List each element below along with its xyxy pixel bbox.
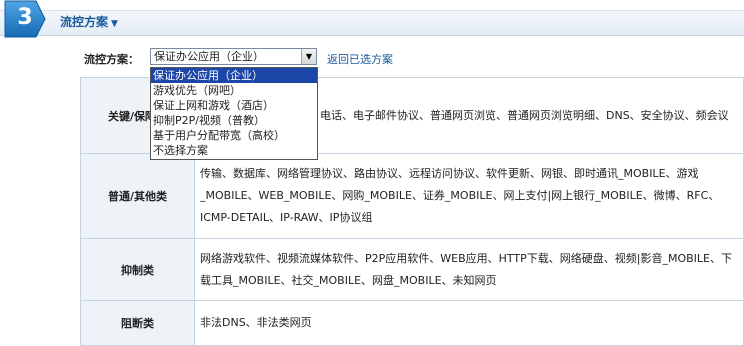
table-row: 抑制类 网络游戏软件、视频流媒体软件、P2P应用软件、WEB应用、HTTP下载、… [80, 238, 744, 301]
category-cell: 阻断类 [80, 300, 195, 346]
plan-dropdown-list[interactable]: 保证办公应用（企业） 游戏优先（网吧） 保证上网和游戏（酒店） 抑制P2P/视频… [150, 67, 318, 160]
plan-option[interactable]: 保证上网和游戏（酒店） [151, 98, 317, 113]
category-cell: 抑制类 [80, 238, 195, 301]
plan-option[interactable]: 抑制P2P/视频（普教） [151, 113, 317, 128]
plan-label: 流控方案： [84, 53, 139, 66]
back-to-selected-plan-link[interactable]: 返回已选方案 [327, 51, 393, 67]
section-title-text: 流控方案 [60, 15, 109, 29]
content-cell: 网络游戏软件、视频流媒体软件、P2P应用软件、WEB应用、HTTP下载、网络硬盘… [194, 238, 744, 301]
plan-option[interactable]: 游戏优先（网吧） [151, 83, 317, 98]
plan-option[interactable]: 保证办公应用（企业） [151, 68, 317, 83]
table-row: 普通/其他类 传输、数据库、网络管理协议、路由协议、远程访问协议、软件更新、网银… [80, 153, 744, 239]
section-title[interactable]: 流控方案 ▼ [60, 13, 118, 33]
plan-select[interactable]: 保证办公应用（企业） ▼ [150, 48, 317, 65]
plan-option[interactable]: 基于用户分配带宽（高校） [151, 128, 317, 143]
caret-down-icon: ▼ [111, 19, 118, 29]
content-cell: 传输、数据库、网络管理协议、路由协议、远程访问协议、软件更新、网银、即时通讯_M… [194, 153, 744, 239]
dropdown-arrow-icon[interactable]: ▼ [301, 49, 316, 64]
step-number: 3 [17, 5, 33, 30]
plan-option[interactable]: 不选择方案 [151, 143, 317, 158]
table-row: 阻断类 非法DNS、非法类网页 [80, 300, 744, 346]
category-cell: 普通/其他类 [80, 153, 195, 239]
plan-select-value: 保证办公应用（企业） [154, 50, 264, 63]
content-cell: 非法DNS、非法类网页 [194, 300, 744, 346]
step-badge: 3 [4, 0, 46, 38]
